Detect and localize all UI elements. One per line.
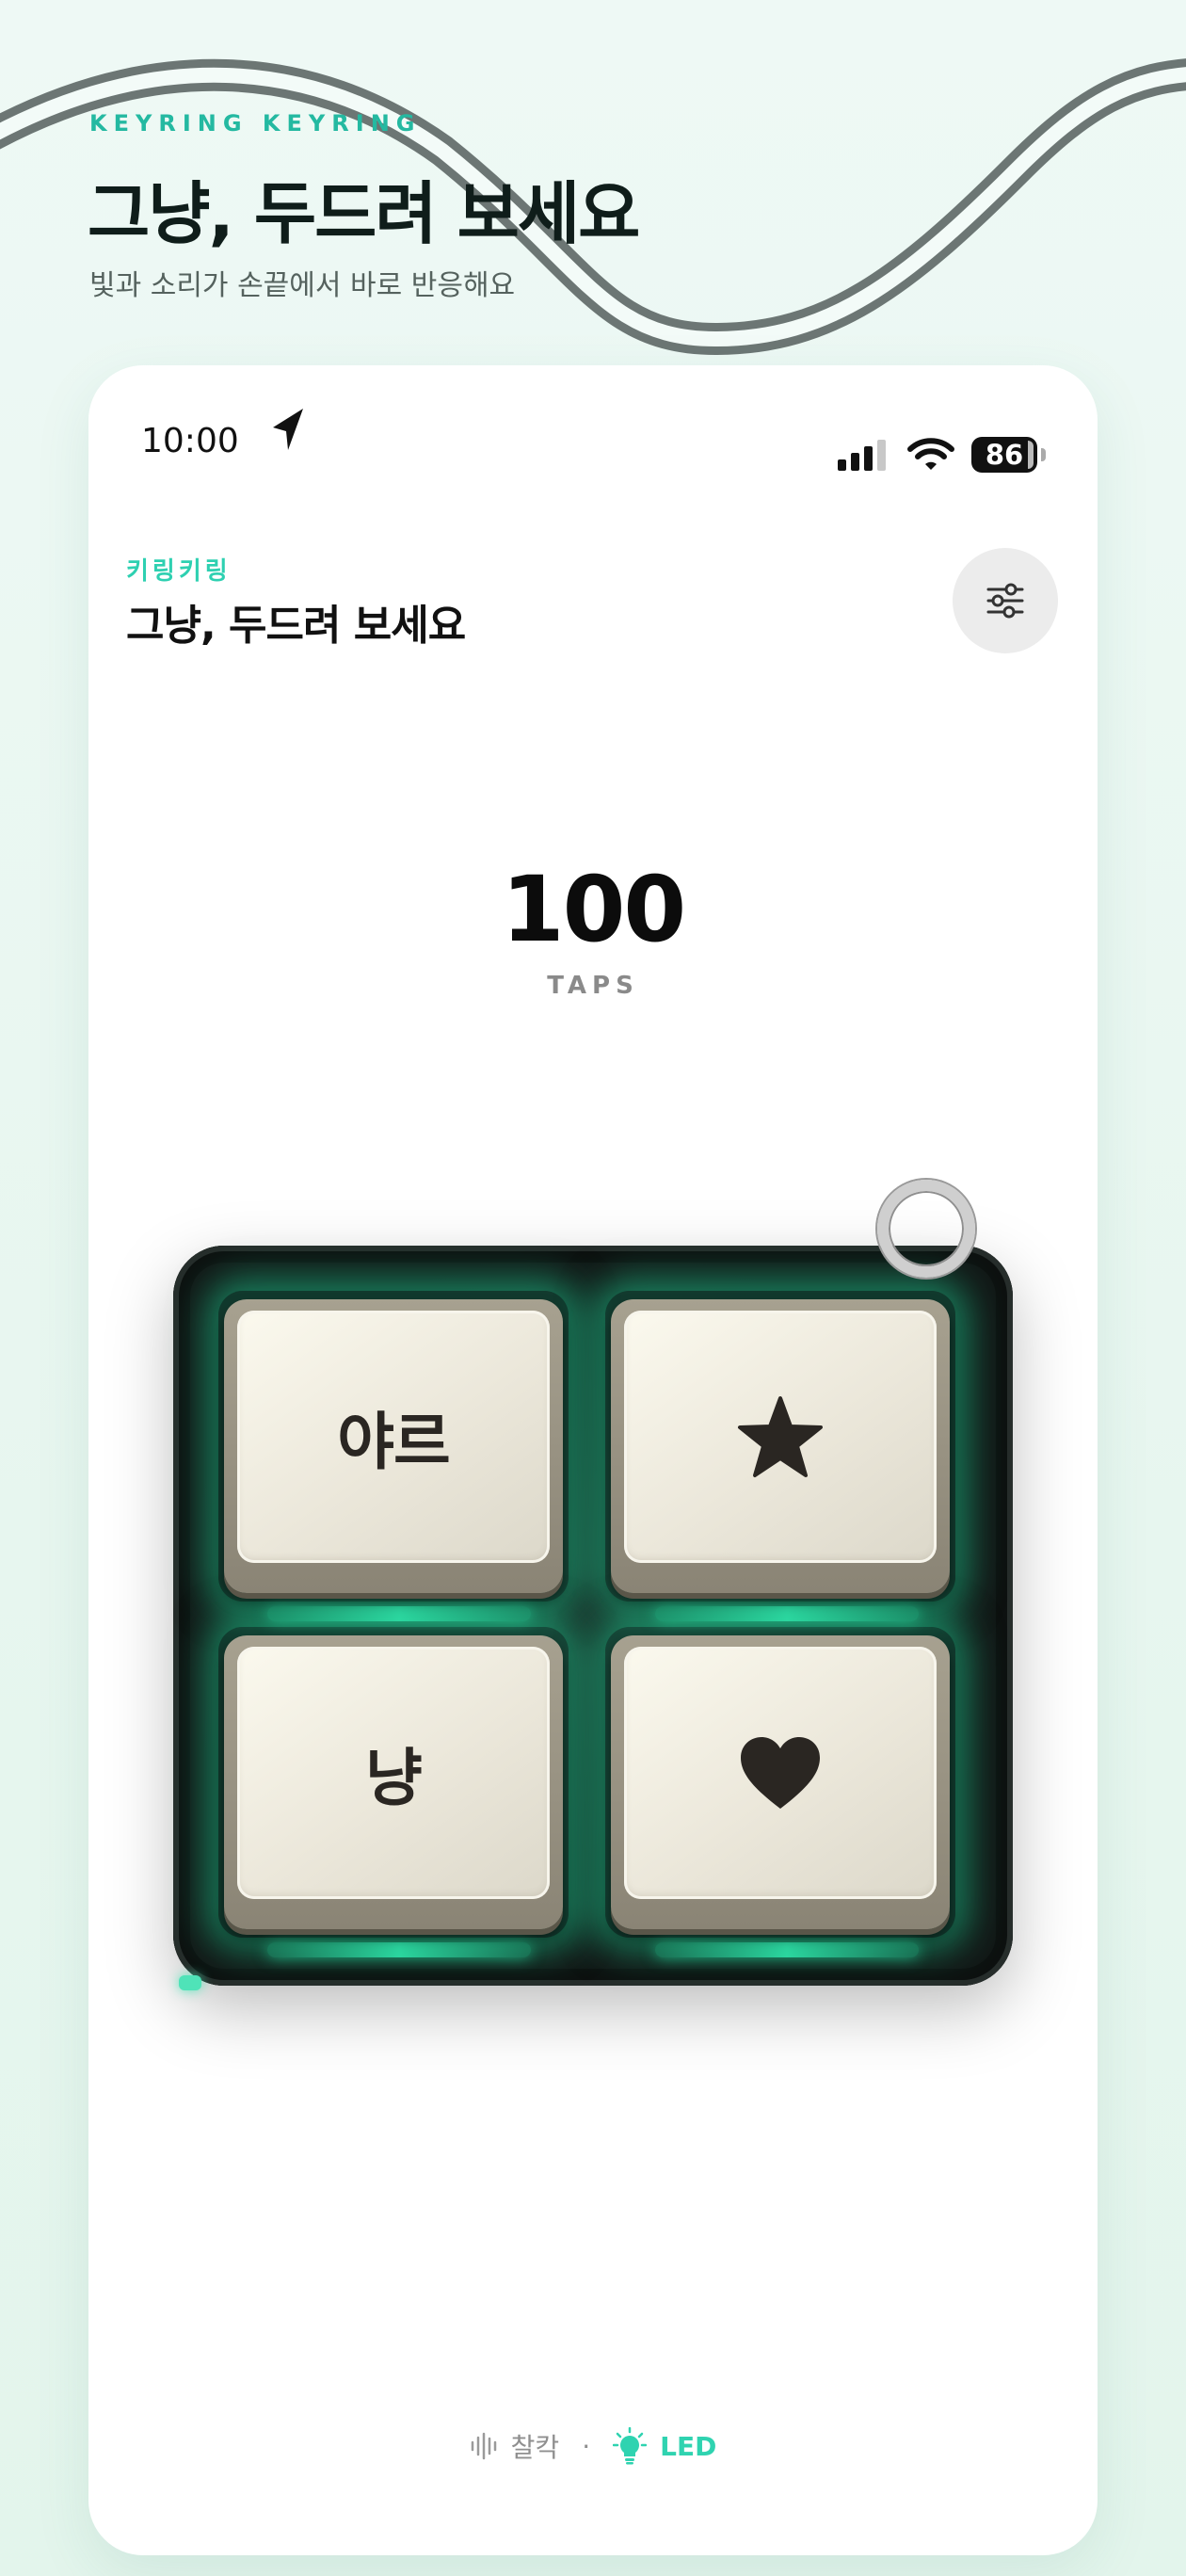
- key-heart[interactable]: [611, 1635, 950, 1929]
- star-icon: [738, 1396, 823, 1477]
- hero-subtitle: 빛과 소리가 손끝에서 바로 반응해요: [89, 269, 516, 302]
- sliders-icon: [986, 583, 1024, 619]
- status-icons: 86: [838, 437, 1046, 473]
- hero-title: 그냥, 두드려 보세요: [88, 174, 640, 253]
- keyring-ring: [877, 1180, 975, 1278]
- app-title: 그냥, 두드려 보세요: [126, 602, 466, 650]
- key-label: 냥: [365, 1742, 423, 1814]
- phone-screen: 10:00 86 키링키링 그냥, 두드려 보세요 100 TAPS 야르 냥 …: [88, 365, 1098, 2555]
- battery-icon: 86: [971, 437, 1046, 473]
- wifi-icon: [907, 438, 954, 470]
- status-led: [179, 1975, 201, 1990]
- settings-button[interactable]: [953, 548, 1058, 653]
- led-label: LED: [660, 2430, 717, 2462]
- led-strip: [267, 1606, 531, 1621]
- signal-icon: [838, 440, 886, 471]
- keypad-device: 야르 냥: [173, 1246, 1013, 1986]
- sound-label: 찰칵: [510, 2432, 560, 2463]
- soundwave-icon: [471, 2432, 496, 2460]
- key-nyang[interactable]: 냥: [224, 1635, 563, 1929]
- key-star[interactable]: [611, 1299, 950, 1593]
- key-yareu[interactable]: 야르: [224, 1299, 563, 1593]
- status-time: 10:00: [141, 422, 239, 460]
- heart-icon: [741, 1737, 820, 1809]
- tap-count: 100: [501, 857, 686, 962]
- sound-toggle[interactable]: 찰칵: [470, 2427, 560, 2465]
- led-strip: [655, 1606, 919, 1621]
- feedback-indicator: 찰칵 · LED: [88, 2427, 1098, 2465]
- hero: KEYRING KEYRING 그냥, 두드려 보세요 빛과 소리가 손끝에서 …: [0, 0, 1186, 377]
- led-strip: [655, 1942, 919, 1957]
- tap-counter: 100 TAPS: [88, 864, 1098, 1000]
- battery-level: 86: [985, 439, 1024, 471]
- key-label: 야르: [337, 1406, 450, 1478]
- tap-count-label: TAPS: [547, 972, 639, 1000]
- led-strip: [267, 1942, 531, 1957]
- separator-dot: ·: [582, 2430, 591, 2462]
- led-toggle[interactable]: LED: [613, 2427, 716, 2465]
- hero-kicker: KEYRING KEYRING: [89, 110, 422, 137]
- lightbulb-icon: [613, 2427, 648, 2465]
- location-arrow-icon: [273, 409, 303, 450]
- app-kicker: 키링키링: [126, 557, 232, 586]
